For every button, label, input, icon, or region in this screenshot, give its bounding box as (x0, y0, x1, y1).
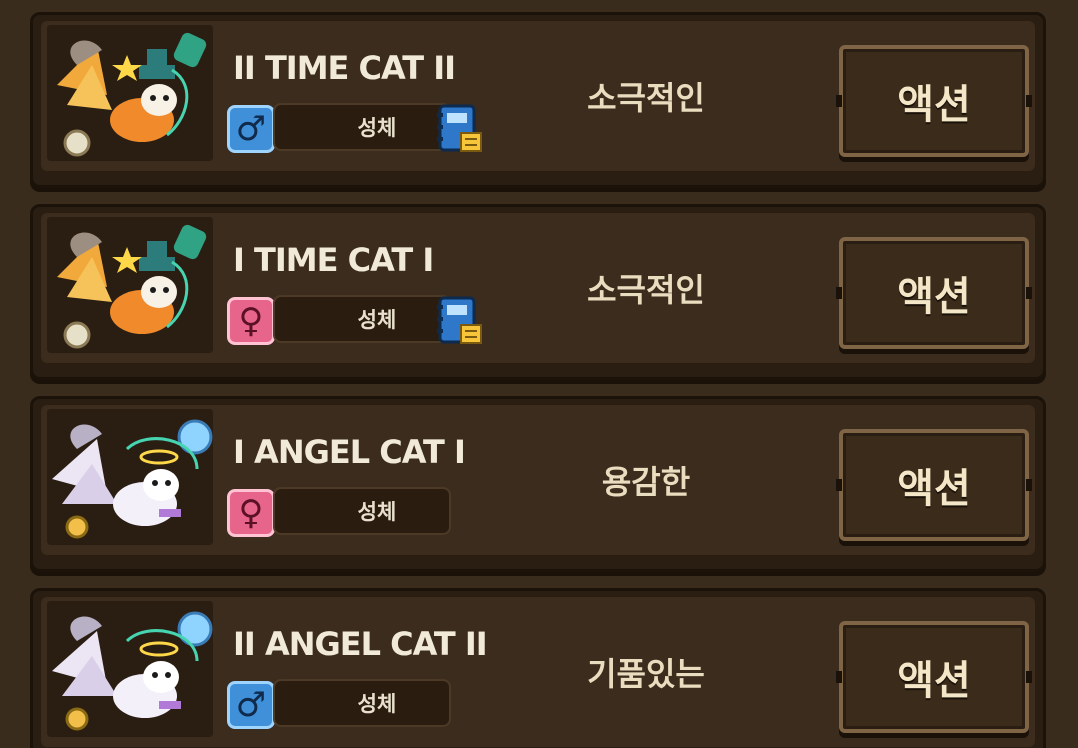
personality-label: 용감한 (601, 463, 691, 501)
cat-card[interactable]: I TIME CAT I ♀ 성체 소극적인 액션 (30, 204, 1046, 380)
cat-card[interactable]: II TIME CAT II ♂ 성체 소극적인 액션 (30, 12, 1046, 188)
stat-bar: 성체 (273, 295, 451, 343)
cat-card-body: I ANGEL CAT I ♀ 성체 용감한 액션 (41, 405, 1035, 555)
angel-cat-icon (47, 409, 213, 545)
personality-label: 소극적인 (587, 271, 705, 309)
cat-card[interactable]: I ANGEL CAT I ♀ 성체 용감한 액션 (30, 396, 1046, 572)
stat-label: 성체 (357, 308, 397, 332)
notebook-icon[interactable] (437, 103, 483, 155)
action-button[interactable]: 액션 (836, 45, 1032, 157)
female-icon: ♀ (227, 297, 275, 345)
stat-label: 성체 (357, 692, 397, 716)
time-cat-icon (47, 217, 213, 353)
stat-label: 성체 (357, 116, 397, 140)
action-button[interactable]: 액션 (836, 429, 1032, 541)
notebook-icon[interactable] (437, 295, 483, 347)
cat-portrait[interactable] (47, 217, 213, 353)
cat-portrait[interactable] (47, 601, 213, 737)
personality-label: 소극적인 (587, 79, 705, 117)
stat-bar: 성체 (273, 679, 451, 727)
female-icon: ♀ (227, 489, 275, 537)
cat-name: I TIME CAT I (233, 241, 434, 279)
stat-bar: 성체 (273, 103, 451, 151)
angel-cat-icon (47, 601, 213, 737)
cat-portrait[interactable] (47, 25, 213, 161)
stat-label: 성체 (357, 500, 397, 524)
action-button[interactable]: 액션 (836, 621, 1032, 733)
cat-portrait[interactable] (47, 409, 213, 545)
cat-card-body: I TIME CAT I ♀ 성체 소극적인 액션 (41, 213, 1035, 363)
action-button-label: 액션 (897, 82, 971, 128)
time-cat-icon (47, 25, 213, 161)
cat-name: II TIME CAT II (233, 49, 456, 87)
personality-label: 기품있는 (587, 655, 705, 693)
cat-name: II ANGEL CAT II (233, 625, 488, 663)
cat-card-body: II TIME CAT II ♂ 성체 소극적인 액션 (41, 21, 1035, 171)
cat-name: I ANGEL CAT I (233, 433, 466, 471)
action-button[interactable]: 액션 (836, 237, 1032, 349)
male-icon: ♂ (227, 105, 275, 153)
action-button-label: 액션 (897, 466, 971, 512)
stat-bar: 성체 (273, 487, 451, 535)
action-button-label: 액션 (897, 274, 971, 320)
cat-card[interactable]: II ANGEL CAT II ♂ 성체 기품있는 액션 (30, 588, 1046, 748)
cat-card-body: II ANGEL CAT II ♂ 성체 기품있는 액션 (41, 597, 1035, 747)
action-button-label: 액션 (897, 658, 971, 704)
cat-list: II TIME CAT II ♂ 성체 소극적인 액션 I TIME CAT I… (0, 0, 1078, 748)
male-icon: ♂ (227, 681, 275, 729)
